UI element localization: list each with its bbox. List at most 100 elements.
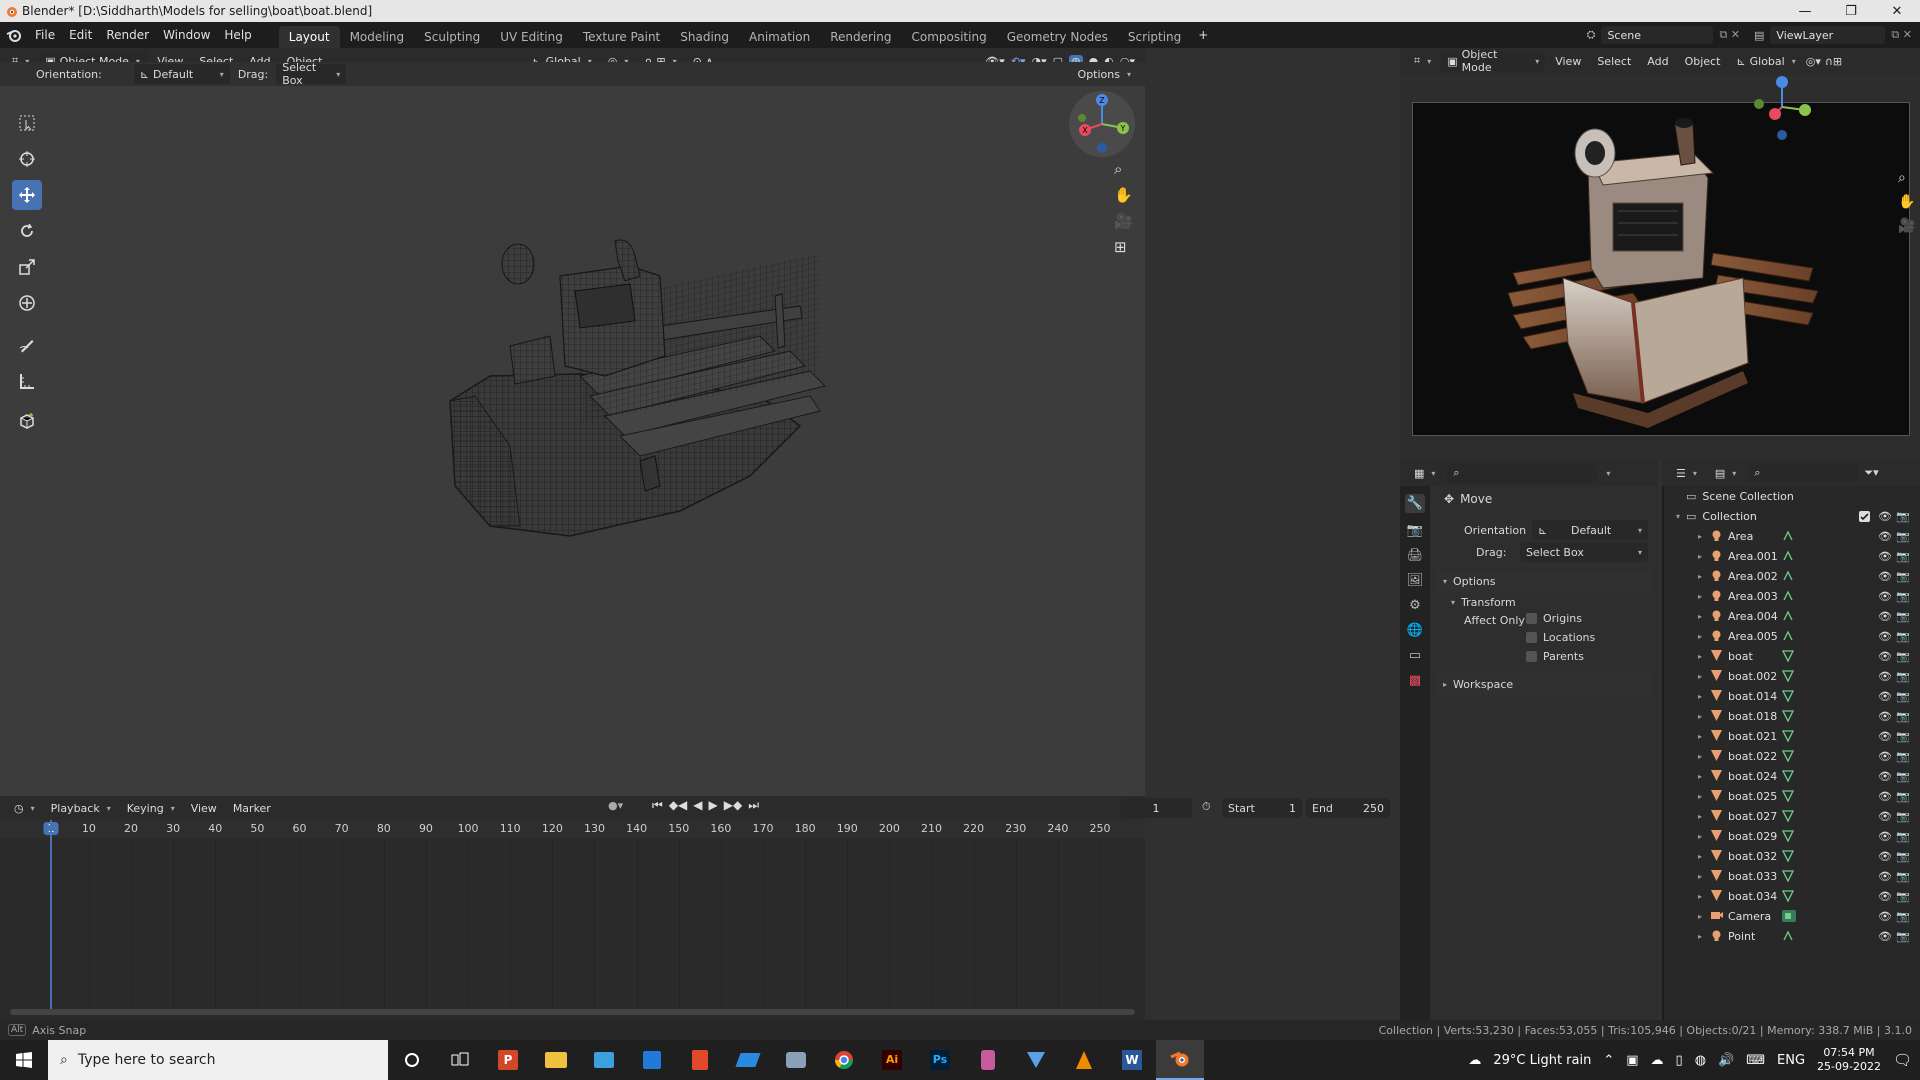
tab-rendering[interactable]: Rendering: [820, 26, 901, 48]
camera-navigation-gizmo[interactable]: [1745, 70, 1820, 145]
render-camera-icon[interactable]: 📷: [1896, 750, 1910, 763]
clock[interactable]: 07:54 PM 25-09-2022: [1817, 1046, 1881, 1074]
close-button[interactable]: ✕: [1874, 0, 1920, 22]
menu-view[interactable]: View: [1549, 51, 1587, 71]
menu-window[interactable]: Window: [156, 22, 217, 48]
outliner-item[interactable]: ▸ boat.002 👁 📷: [1664, 666, 1920, 686]
outliner-item[interactable]: ▸ boat.025 👁 📷: [1664, 786, 1920, 806]
expand-arrow-icon[interactable]: ▸: [1698, 532, 1702, 541]
add-cube-icon[interactable]: [12, 406, 42, 436]
visibility-eye-icon[interactable]: 👁: [1878, 850, 1892, 863]
scene-selector[interactable]: Scene: [1601, 26, 1714, 44]
expand-arrow-icon[interactable]: ▸: [1698, 672, 1702, 681]
new-view-layer-icon[interactable]: ⧉ ✕: [1891, 28, 1912, 42]
stopwatch-icon[interactable]: ⏱: [1202, 800, 1211, 814]
outliner-editor-type[interactable]: ☰ ▾: [1670, 463, 1703, 483]
render-camera-icon[interactable]: 📷: [1896, 630, 1910, 643]
properties-search[interactable]: ⌕: [1447, 463, 1598, 483]
menu-view[interactable]: View: [185, 798, 223, 818]
magnet-icon[interactable]: ∩⊞: [1825, 55, 1842, 68]
measure-icon[interactable]: [12, 366, 42, 396]
office-icon[interactable]: [676, 1040, 724, 1080]
outliner-item[interactable]: ▸ boat.024 👁 📷: [1664, 766, 1920, 786]
mesh-data-icon[interactable]: [1782, 750, 1794, 762]
expand-arrow-icon[interactable]: ▸: [1698, 712, 1702, 721]
outliner-item[interactable]: ▸ boat.018 👁 📷: [1664, 706, 1920, 726]
visibility-eye-icon[interactable]: 👁: [1878, 710, 1892, 723]
add-workspace-button[interactable]: +: [1191, 22, 1215, 48]
outliner-item[interactable]: ▸ Area.002 👁 📷: [1664, 566, 1920, 586]
visibility-eye-icon[interactable]: 👁: [1878, 790, 1892, 803]
scene-tab-icon[interactable]: ⚙: [1409, 598, 1421, 613]
expand-arrow-icon[interactable]: ▸: [1698, 752, 1702, 761]
word-icon[interactable]: W: [1108, 1040, 1156, 1080]
properties-dropdown-icon[interactable]: ▾: [1606, 469, 1610, 478]
network-icon[interactable]: ◍: [1695, 1053, 1706, 1068]
tab-modeling[interactable]: Modeling: [340, 26, 415, 48]
expand-arrow-icon[interactable]: ▸: [1698, 832, 1702, 841]
mesh-data-icon[interactable]: [1782, 810, 1794, 822]
render-camera-icon[interactable]: 📷: [1896, 530, 1910, 543]
expand-arrow-icon[interactable]: ▸: [1698, 552, 1702, 561]
zoom-icon[interactable]: ⌕: [1898, 170, 1915, 186]
cloud-sync-icon[interactable]: ☁: [1651, 1053, 1664, 1068]
render-camera-icon[interactable]: 📷: [1896, 770, 1910, 783]
view-layer-selector[interactable]: ViewLayer: [1770, 26, 1886, 44]
parents-checkbox[interactable]: Parents: [1526, 650, 1595, 663]
locations-checkbox[interactable]: Locations: [1526, 631, 1595, 644]
vector-app-icon[interactable]: [1012, 1040, 1060, 1080]
expand-arrow-icon[interactable]: ▸: [1698, 852, 1702, 861]
orientation-dropdown[interactable]: ⊾ Default ▾: [1532, 520, 1648, 540]
visibility-eye-icon[interactable]: 👁: [1878, 810, 1892, 823]
collection-row[interactable]: ▾ ▭ Collection 👁 📷: [1664, 506, 1920, 526]
mesh-data-icon[interactable]: [1782, 730, 1794, 742]
outliner-item[interactable]: ▸ boat.022 👁 📷: [1664, 746, 1920, 766]
render-camera-icon[interactable]: 📷: [1896, 930, 1910, 943]
outliner-search[interactable]: ⌕: [1748, 463, 1859, 483]
drag-dropdown[interactable]: Select Box ▾: [276, 61, 347, 87]
visibility-eye-icon[interactable]: 👁: [1878, 610, 1892, 623]
render-camera-icon[interactable]: 📷: [1896, 510, 1910, 523]
outliner-item[interactable]: ▸ boat.033 👁 📷: [1664, 866, 1920, 886]
expand-arrow-icon[interactable]: ▸: [1698, 892, 1702, 901]
outliner-item[interactable]: ▸ Area.003 👁 📷: [1664, 586, 1920, 606]
scene-collection-row[interactable]: ▭ Scene Collection: [1664, 486, 1920, 506]
mesh-data-icon[interactable]: [1782, 770, 1794, 782]
exclude-checkbox[interactable]: [1859, 510, 1870, 522]
outliner-item[interactable]: ▸ Area.001 👁 📷: [1664, 546, 1920, 566]
outliner-item[interactable]: ▸ boat.034 👁 📷: [1664, 886, 1920, 906]
tab-scripting[interactable]: Scripting: [1118, 26, 1191, 48]
expand-arrow-icon[interactable]: ▸: [1698, 812, 1702, 821]
outliner-item[interactable]: ▸ boat.021 👁 📷: [1664, 726, 1920, 746]
visibility-eye-icon[interactable]: 👁: [1878, 670, 1892, 683]
prev-keyframe-icon[interactable]: ◆◀: [669, 798, 687, 813]
tray-chevron-icon[interactable]: ⌃: [1603, 1053, 1614, 1068]
minimize-button[interactable]: —: [1782, 0, 1828, 22]
mesh-data-icon[interactable]: [1782, 670, 1794, 682]
pan-hand-icon[interactable]: ✋: [1114, 186, 1133, 204]
render-camera-icon[interactable]: 📷: [1896, 570, 1910, 583]
store-icon[interactable]: [628, 1040, 676, 1080]
render-tab-icon[interactable]: 📷: [1407, 523, 1423, 538]
visibility-eye-icon[interactable]: 👁: [1878, 570, 1892, 583]
mesh-data-icon[interactable]: [1782, 650, 1794, 662]
visibility-eye-icon[interactable]: 👁: [1878, 870, 1892, 883]
app-icon[interactable]: [580, 1040, 628, 1080]
expand-arrow-icon[interactable]: ▸: [1698, 692, 1702, 701]
menu-object[interactable]: Object: [1679, 51, 1727, 71]
visibility-eye-icon[interactable]: 👁: [1878, 910, 1892, 923]
notifications-icon[interactable]: 🗨: [1893, 1051, 1912, 1069]
timeline-area[interactable]: 1102030405060708090100110120130140150160…: [0, 820, 1145, 1020]
display-mode-button[interactable]: ▤ ▾: [1709, 463, 1742, 483]
visibility-eye-icon[interactable]: 👁: [1878, 890, 1892, 903]
render-camera-icon[interactable]: 📷: [1896, 730, 1910, 743]
render-camera-icon[interactable]: 📷: [1896, 550, 1910, 563]
light-data-icon[interactable]: [1782, 530, 1794, 542]
camera-viewport[interactable]: ⌕ ✋ 🎥: [1400, 74, 1920, 460]
menu-playback[interactable]: Playback ▾: [45, 798, 117, 818]
timeline-scrollbar[interactable]: [10, 1009, 1135, 1015]
playhead[interactable]: [50, 820, 52, 1010]
navigation-gizmo[interactable]: Z Y X: [1068, 90, 1136, 158]
mesh-data-icon[interactable]: [1782, 790, 1794, 802]
visibility-eye-icon[interactable]: 👁: [1878, 550, 1892, 563]
